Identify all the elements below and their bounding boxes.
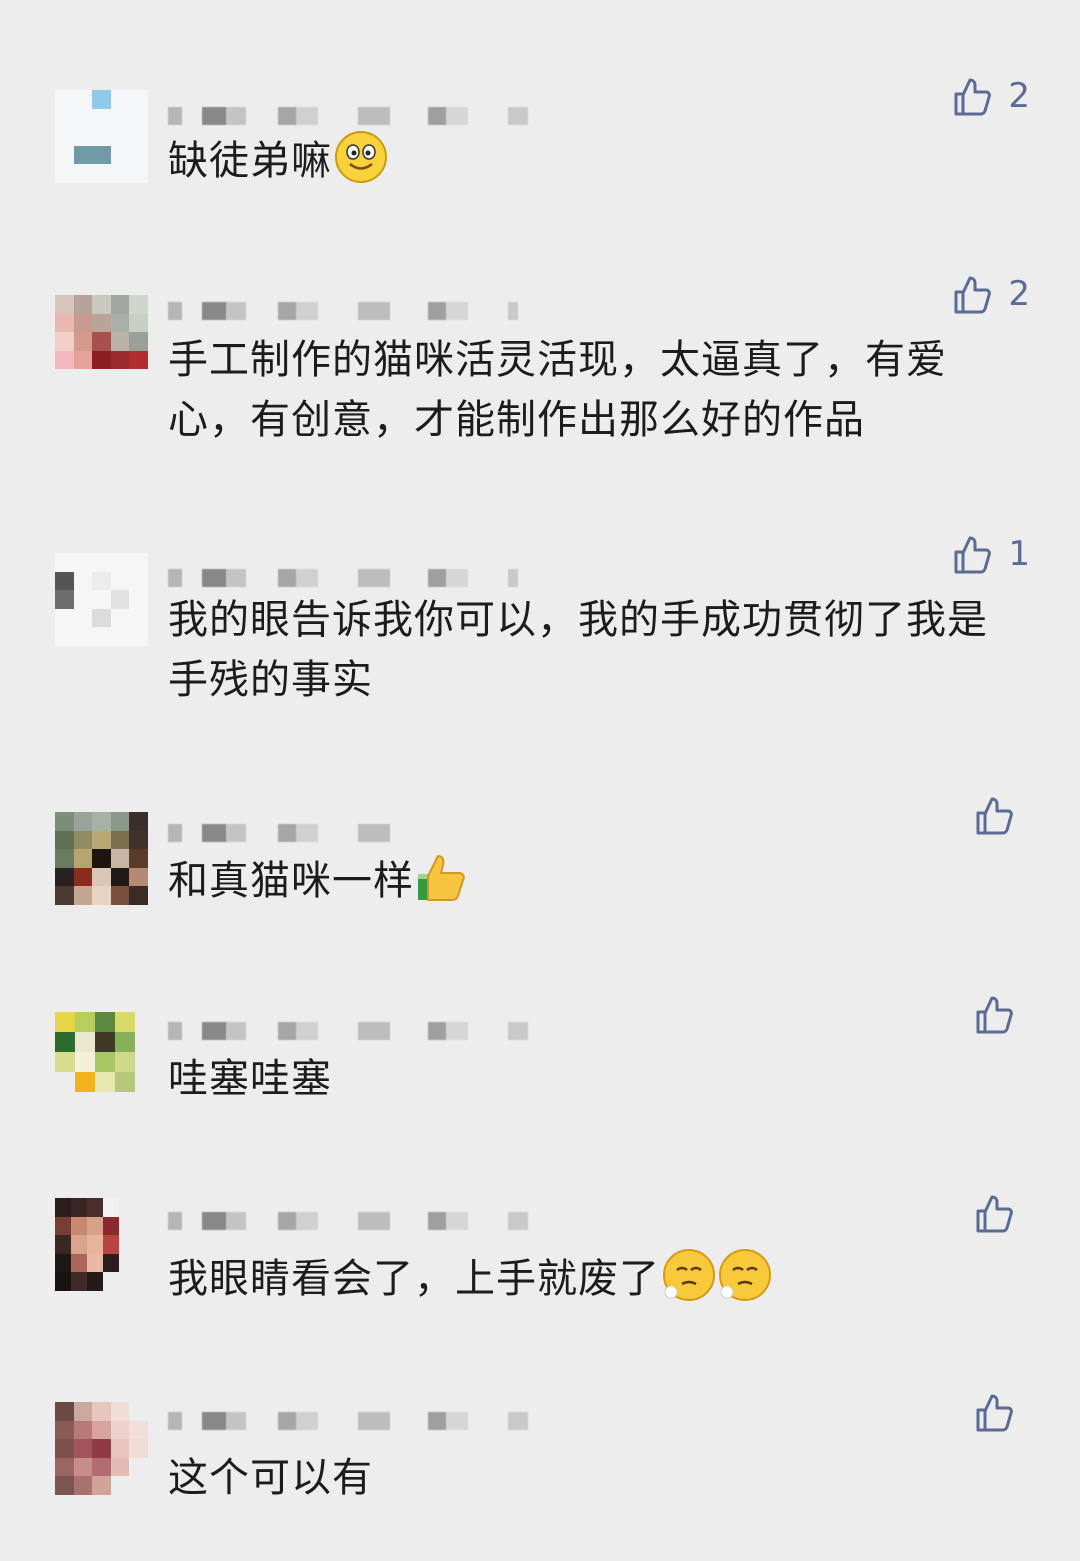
comment-text: 我眼睛看会了，上手就废了 xyxy=(168,1248,1018,1309)
comment-text: 和真猫咪一样 xyxy=(168,850,1018,911)
nickname-blurred xyxy=(168,812,428,842)
nickname-blurred xyxy=(168,557,518,587)
like-button[interactable] xyxy=(972,1390,1030,1434)
nickname-blurred xyxy=(168,1200,658,1230)
nickname-blurred xyxy=(168,290,518,320)
comment-text: 这个可以有 xyxy=(168,1455,373,1501)
nickname-blurred xyxy=(168,1010,578,1040)
comment-text: 缺徒弟嘛 xyxy=(168,130,1018,191)
avatar[interactable] xyxy=(55,553,148,646)
avatar[interactable] xyxy=(55,1402,148,1495)
thumbs-up-icon xyxy=(954,276,992,314)
avatar[interactable] xyxy=(55,90,148,183)
like-button[interactable] xyxy=(972,992,1030,1036)
thumbs-up-icon xyxy=(976,1195,1013,1233)
like-button[interactable] xyxy=(972,1191,1030,1235)
comment-text: 手工制作的猫咪活灵活现，太逼真了，有爱心，有创意，才能制作出那么好的作品 xyxy=(168,337,947,443)
like-button[interactable] xyxy=(972,793,1030,837)
like-count: 2 xyxy=(1008,76,1030,116)
avatar[interactable] xyxy=(55,295,148,388)
comment-text: 哇塞哇塞 xyxy=(168,1056,332,1102)
like-button[interactable]: 2 xyxy=(950,272,1030,316)
nickname-blurred xyxy=(168,95,588,125)
sigh-emoji-icon xyxy=(719,1249,771,1301)
thumbs-up-icon xyxy=(954,78,992,116)
like-count: 1 xyxy=(1008,534,1030,574)
comment-text: 我的眼告诉我你可以，我的手成功贯彻了我是手残的事实 xyxy=(168,597,988,703)
avatar[interactable] xyxy=(55,812,148,905)
smile-emoji-icon xyxy=(335,131,387,183)
like-button[interactable]: 2 xyxy=(950,74,1030,118)
thumbs-up-icon xyxy=(954,536,992,574)
avatar[interactable] xyxy=(55,1012,135,1092)
thumbs-up-icon xyxy=(976,797,1013,835)
nickname-blurred xyxy=(168,1400,558,1430)
avatar[interactable] xyxy=(55,1198,135,1291)
sigh-emoji-icon xyxy=(663,1249,715,1301)
thumbs-up-emoji-icon xyxy=(418,854,465,901)
thumbs-up-icon xyxy=(976,1394,1013,1432)
thumbs-up-icon xyxy=(976,996,1013,1034)
like-count: 2 xyxy=(1008,274,1030,314)
like-button[interactable]: 1 xyxy=(950,532,1030,576)
